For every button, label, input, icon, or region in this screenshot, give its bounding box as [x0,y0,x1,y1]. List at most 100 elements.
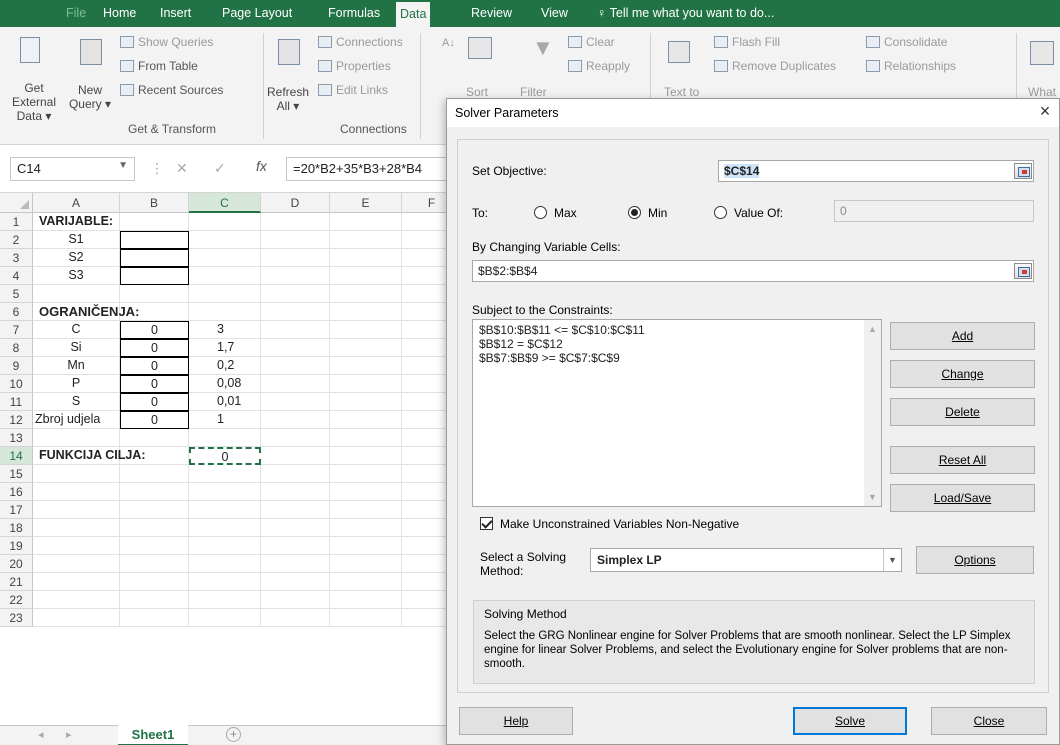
cell-f19[interactable] [402,537,448,555]
cell-d15[interactable] [261,465,330,483]
row-header-11[interactable]: 11 [0,393,33,411]
set-objective-input[interactable]: $C$14 [718,160,1034,182]
cell-c10[interactable]: 0,08 [189,375,261,393]
cell-d3[interactable] [261,249,330,267]
cell-f6[interactable] [402,303,448,321]
load-save-button[interactable]: Load/Save [890,484,1035,512]
row-header-7[interactable]: 7 [0,321,33,339]
what-if-analysis-button[interactable]: What [1028,85,1056,99]
cell-b11[interactable]: 0 [120,393,189,411]
relationships-button[interactable]: Relationships [866,59,956,73]
constraint-item[interactable]: $B$10:$B$11 <= $C$10:$C$11 [479,323,645,337]
cell-e4[interactable] [330,267,402,285]
options-button[interactable]: Options [916,546,1034,574]
cell-c12[interactable]: 1 [189,411,261,429]
tab-data[interactable]: Data [396,2,431,27]
change-button[interactable]: Change [890,360,1035,388]
cell-c17[interactable] [189,501,261,519]
cell-f18[interactable] [402,519,448,537]
cell-a1[interactable]: VARIJABLE: [33,213,120,231]
cell-b13[interactable] [120,429,189,447]
cell-c11[interactable]: 0,01 [189,393,261,411]
cell-a7[interactable]: C [33,321,120,339]
cell-a20[interactable] [33,555,120,573]
row-header-15[interactable]: 15 [0,465,33,483]
row-header-2[interactable]: 2 [0,231,33,249]
cell-d12[interactable] [261,411,330,429]
cell-e3[interactable] [330,249,402,267]
delete-button[interactable]: Delete [890,398,1035,426]
cell-d5[interactable] [261,285,330,303]
cell-a17[interactable] [33,501,120,519]
name-box[interactable]: C14 ▼ [10,157,135,181]
cell-e21[interactable] [330,573,402,591]
row-header-8[interactable]: 8 [0,339,33,357]
cell-d17[interactable] [261,501,330,519]
cell-e16[interactable] [330,483,402,501]
cell-f2[interactable] [402,231,448,249]
cell-f5[interactable] [402,285,448,303]
constraints-list[interactable]: $B$10:$B$11 <= $C$10:$C$11 $B$12 = $C$12… [472,319,882,507]
solve-button[interactable]: Solve [793,707,907,735]
constraint-item[interactable]: $B$12 = $C$12 [479,337,563,351]
cell-d8[interactable] [261,339,330,357]
connections-button[interactable]: Connections [318,35,403,49]
solving-method-select[interactable]: Simplex LP ▼ [590,548,902,572]
tab-formulas[interactable]: Formulas [324,0,384,27]
cell-e8[interactable] [330,339,402,357]
cell-e13[interactable] [330,429,402,447]
tell-me-search[interactable]: ♀ Tell me what you want to do... [593,0,778,27]
cell-b3[interactable] [120,249,189,267]
cell-b15[interactable] [120,465,189,483]
cell-b22[interactable] [120,591,189,609]
sort-button[interactable]: Sort [466,85,488,99]
row-header-21[interactable]: 21 [0,573,33,591]
reset-all-button[interactable]: Reset All [890,446,1035,474]
filter-button[interactable]: Filter [520,85,547,99]
cell-a14[interactable]: FUNKCIJA CILJA: [33,447,145,465]
row-header-9[interactable]: 9 [0,357,33,375]
cell-b17[interactable] [120,501,189,519]
column-header-b[interactable]: B [120,193,189,213]
cell-d18[interactable] [261,519,330,537]
cell-b9[interactable]: 0 [120,357,189,375]
cell-d16[interactable] [261,483,330,501]
enter-check-icon[interactable]: ✓ [214,160,226,177]
cell-a10[interactable]: P [33,375,120,393]
cancel-icon[interactable]: ✕ [176,160,188,177]
cell-a9[interactable]: Mn [33,357,120,375]
cell-e9[interactable] [330,357,402,375]
cell-f1[interactable] [402,213,448,231]
cell-b10[interactable]: 0 [120,375,189,393]
cell-c21[interactable] [189,573,261,591]
cell-c23[interactable] [189,609,261,627]
cell-f21[interactable] [402,573,448,591]
cell-e5[interactable] [330,285,402,303]
cell-f10[interactable] [402,375,448,393]
cell-b23[interactable] [120,609,189,627]
from-table-button[interactable]: From Table [120,59,198,73]
chevron-down-icon[interactable]: ▼ [883,549,901,571]
collapse-dialog-icon[interactable] [1014,263,1032,279]
cell-b14[interactable] [120,447,189,465]
add-sheet-icon[interactable]: + [226,727,241,742]
cell-c9[interactable]: 0,2 [189,357,261,375]
scroll-left-icon[interactable]: ◂ [38,728,44,741]
sheet-tab-sheet1[interactable]: Sheet1 [118,725,188,745]
sort-az-icon[interactable]: A↓ [442,37,455,49]
edit-links-button[interactable]: Edit Links [318,83,388,97]
column-header-d[interactable]: D [261,193,330,213]
cell-d4[interactable] [261,267,330,285]
cell-f12[interactable] [402,411,448,429]
cell-a13[interactable] [33,429,120,447]
cell-d10[interactable] [261,375,330,393]
row-header-14[interactable]: 14 [0,447,33,465]
consolidate-button[interactable]: Consolidate [866,35,947,49]
cell-b21[interactable] [120,573,189,591]
cell-c3[interactable] [189,249,261,267]
get-external-data-button[interactable]: Get External Data ▾ [6,81,62,123]
cell-a19[interactable] [33,537,120,555]
chevron-down-icon[interactable]: ▼ [118,160,128,171]
cell-c4[interactable] [189,267,261,285]
refresh-all-button[interactable]: Refresh All ▾ [266,85,310,113]
